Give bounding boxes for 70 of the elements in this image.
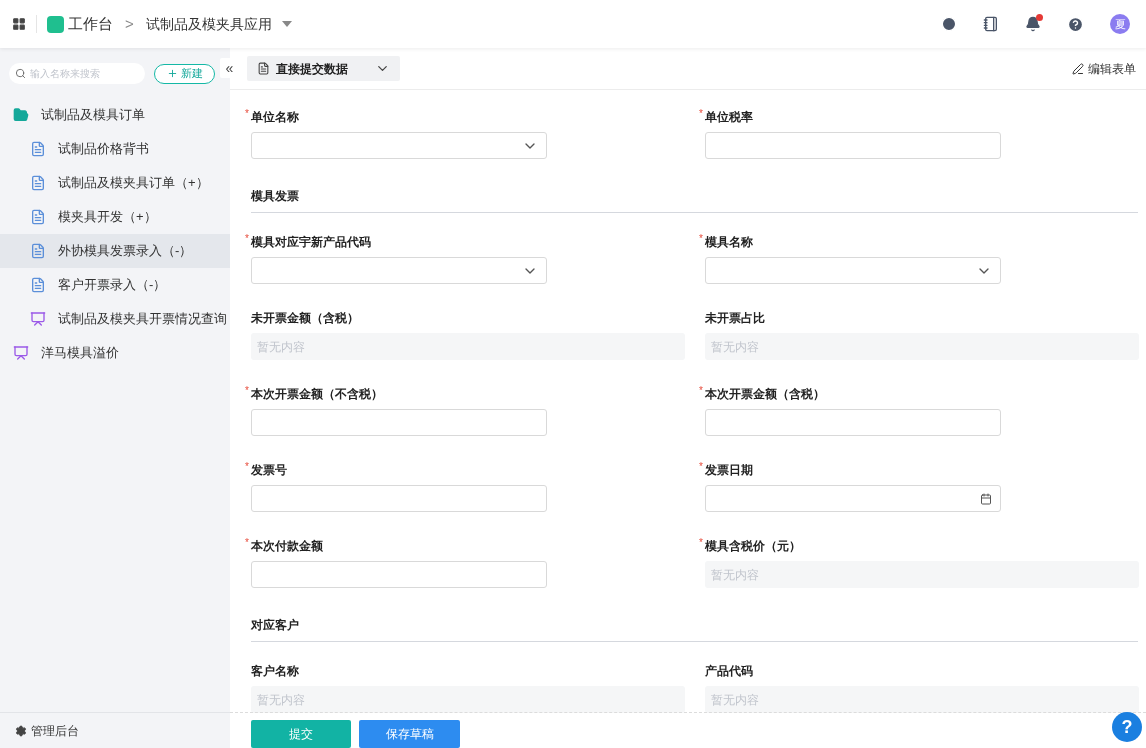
search-icon bbox=[15, 68, 26, 79]
select-field[interactable] bbox=[251, 132, 547, 159]
sidebar-item[interactable]: 试制品价格背书 bbox=[0, 132, 230, 166]
required-mark: * bbox=[699, 234, 703, 244]
section-title: 对应客户 bbox=[251, 618, 299, 632]
field-label: 本次付款金额 bbox=[251, 538, 323, 555]
sidebar-item[interactable]: 外协模具发票录入（-） bbox=[0, 234, 230, 268]
input-field[interactable] bbox=[251, 409, 547, 436]
field-label: 客户名称 bbox=[251, 663, 299, 680]
field-label: 产品代码 bbox=[705, 663, 753, 680]
help-icon[interactable] bbox=[1067, 15, 1084, 33]
app-logo-icon bbox=[47, 15, 64, 33]
section-title: 模具发票 bbox=[251, 189, 299, 203]
help-button[interactable]: ? bbox=[1112, 712, 1142, 742]
home-link[interactable]: 工作台 bbox=[68, 12, 113, 36]
input-field[interactable] bbox=[251, 561, 547, 588]
required-mark: * bbox=[699, 109, 703, 119]
field-label: 模具名称 bbox=[705, 234, 753, 251]
submit-mode-dropdown[interactable]: 直接提交数据 bbox=[247, 56, 400, 81]
notification-icon[interactable] bbox=[1025, 16, 1041, 32]
field-label: 未开票占比 bbox=[705, 310, 765, 327]
document-icon bbox=[257, 62, 270, 75]
field-label: 单位税率 bbox=[705, 109, 753, 126]
select-field[interactable] bbox=[251, 257, 547, 284]
document-icon bbox=[30, 243, 46, 259]
date-field[interactable] bbox=[705, 485, 1001, 512]
required-mark: * bbox=[245, 234, 249, 244]
required-mark: * bbox=[245, 462, 249, 472]
field-label: 单位名称 bbox=[251, 109, 299, 126]
field-label: 本次开票金额（含税） bbox=[705, 386, 825, 403]
field-label: 本次开票金额（不含税） bbox=[251, 386, 383, 403]
chart-screen-icon bbox=[13, 345, 29, 361]
input-field[interactable] bbox=[251, 485, 547, 512]
required-mark: * bbox=[245, 538, 249, 548]
field-label: 模具对应宇新产品代码 bbox=[251, 234, 371, 251]
settings-icon bbox=[15, 724, 27, 737]
sidebar-item[interactable]: 模夹具开发（+） bbox=[0, 200, 230, 234]
admin-link[interactable]: 管理后台 bbox=[31, 721, 79, 740]
required-mark: * bbox=[245, 386, 249, 396]
pencil-icon bbox=[1072, 62, 1084, 75]
required-mark: * bbox=[699, 386, 703, 396]
required-mark: * bbox=[699, 462, 703, 472]
input-field[interactable] bbox=[705, 132, 1001, 159]
sidebar-item[interactable]: 试制品及模具订单 bbox=[0, 98, 230, 132]
chart-screen-icon bbox=[30, 311, 46, 327]
app-grid-icon[interactable] bbox=[12, 17, 26, 31]
field-label: 发票日期 bbox=[705, 462, 753, 479]
document-icon bbox=[30, 209, 46, 225]
required-mark: * bbox=[699, 538, 703, 548]
sidebar-item[interactable]: 试制品及模夹具开票情况查询 bbox=[0, 302, 230, 336]
app-title[interactable]: 试制品及模夹具应用 bbox=[145, 13, 272, 35]
notebook-icon[interactable] bbox=[983, 16, 999, 32]
sidebar-item[interactable]: 试制品及模夹具订单（+） bbox=[0, 166, 230, 200]
plus-icon bbox=[166, 68, 178, 79]
breadcrumb-separator: > bbox=[125, 13, 134, 34]
document-icon bbox=[30, 141, 46, 157]
dropdown-caret-icon[interactable] bbox=[281, 21, 292, 27]
calendar-icon bbox=[980, 492, 992, 505]
folder-icon bbox=[13, 107, 29, 123]
field-label: 未开票金额（含税） bbox=[251, 310, 359, 327]
edit-form-link[interactable]: 编辑表单 bbox=[1072, 59, 1136, 78]
select-field[interactable] bbox=[705, 257, 1001, 284]
document-icon bbox=[30, 175, 46, 191]
document-icon bbox=[30, 277, 46, 293]
sidebar-item[interactable]: 客户开票录入（-） bbox=[0, 268, 230, 302]
sidebar-item[interactable]: 洋马模具溢价 bbox=[0, 336, 230, 370]
required-mark: * bbox=[245, 109, 249, 119]
input-field[interactable] bbox=[705, 409, 1001, 436]
field-label: 发票号 bbox=[251, 462, 287, 479]
field-label: 模具含税价（元） bbox=[705, 538, 801, 555]
